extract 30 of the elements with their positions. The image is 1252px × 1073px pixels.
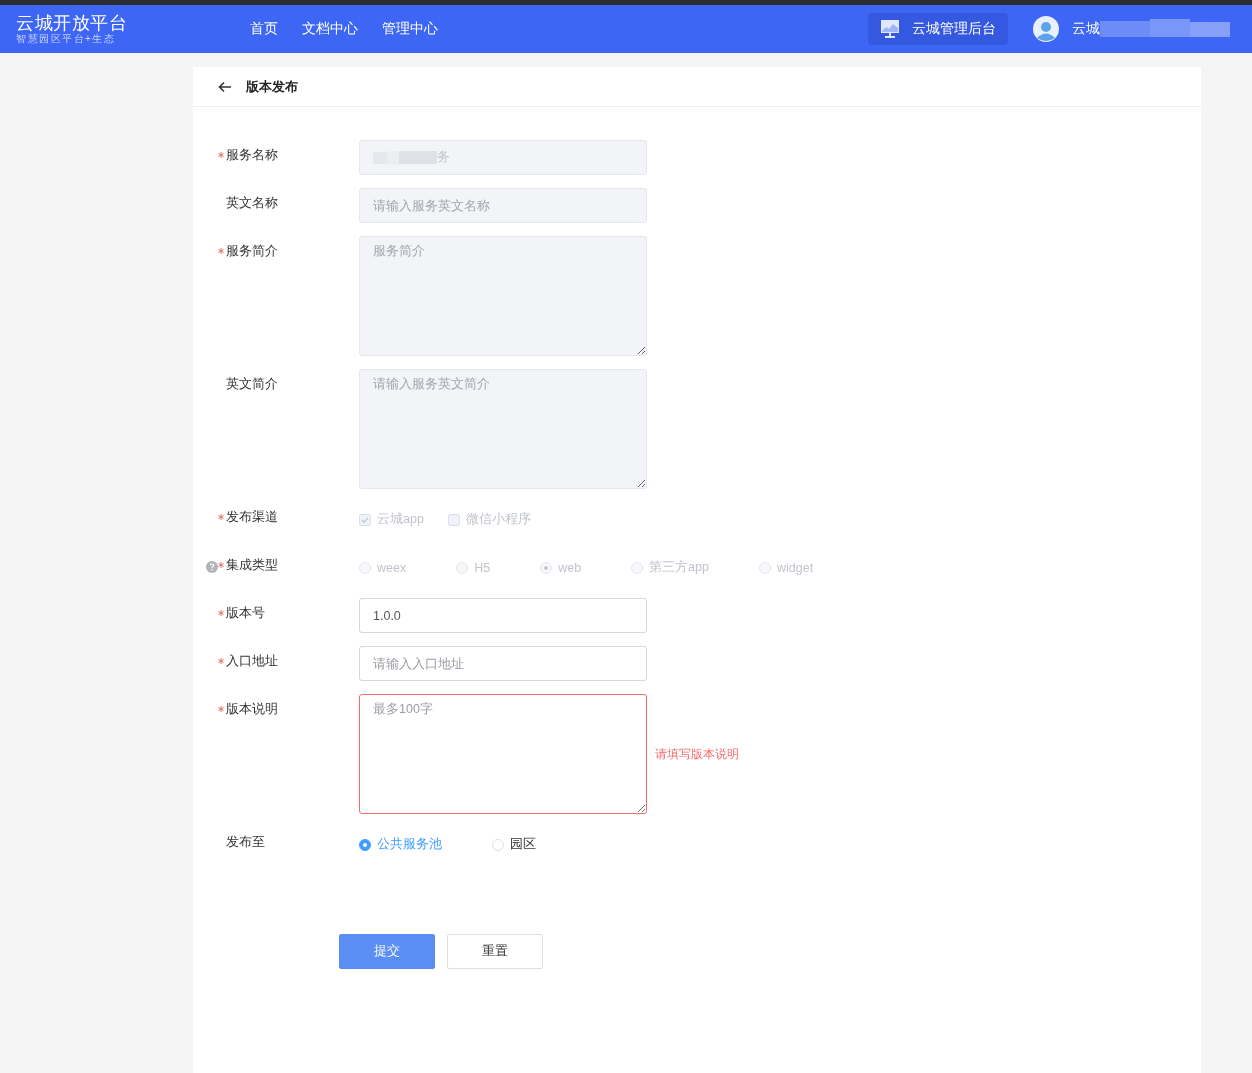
input-field[interactable]: 请输入入口地址	[359, 646, 647, 681]
field-label: 服务简介	[226, 243, 278, 260]
error-message: 请填写版本说明	[655, 745, 739, 763]
back-arrow-icon[interactable]	[218, 79, 232, 94]
field-label: 发布渠道	[226, 509, 278, 526]
field-label: 英文名称	[226, 195, 278, 212]
nav-link[interactable]: 管理中心	[382, 20, 438, 38]
field-label: 集成类型	[226, 557, 278, 574]
input-field[interactable]: 1.0.0	[359, 598, 647, 633]
nav-link[interactable]: 文档中心	[302, 20, 358, 38]
field-label: 服务名称	[226, 147, 278, 164]
logo-subtitle: 智慧园区平台+生态	[16, 33, 116, 45]
admin-button[interactable]: 云城管理后台	[868, 13, 1008, 45]
field-label: 发布至	[226, 834, 265, 851]
radio-button[interactable]	[359, 838, 371, 851]
logo-title[interactable]: 云城开放平台	[16, 13, 127, 33]
avatar[interactable]	[1033, 16, 1059, 42]
user-name[interactable]: 云城	[1072, 20, 1100, 38]
reset-button[interactable]: 重置	[447, 934, 543, 969]
nav-link[interactable]: 首页	[250, 20, 278, 38]
page-title: 版本发布	[246, 77, 298, 96]
submit-button[interactable]: 提交	[339, 934, 435, 969]
text-area[interactable]: 最多100字	[359, 694, 647, 814]
option-label[interactable]: 公共服务池	[377, 836, 442, 853]
field-label: 入口地址	[226, 653, 278, 670]
field-label: 版本说明	[226, 701, 278, 718]
field-label: 英文简介	[226, 376, 278, 393]
field-label: 版本号	[226, 605, 265, 622]
option-label[interactable]: 园区	[510, 836, 536, 853]
monitor-icon	[880, 19, 900, 39]
